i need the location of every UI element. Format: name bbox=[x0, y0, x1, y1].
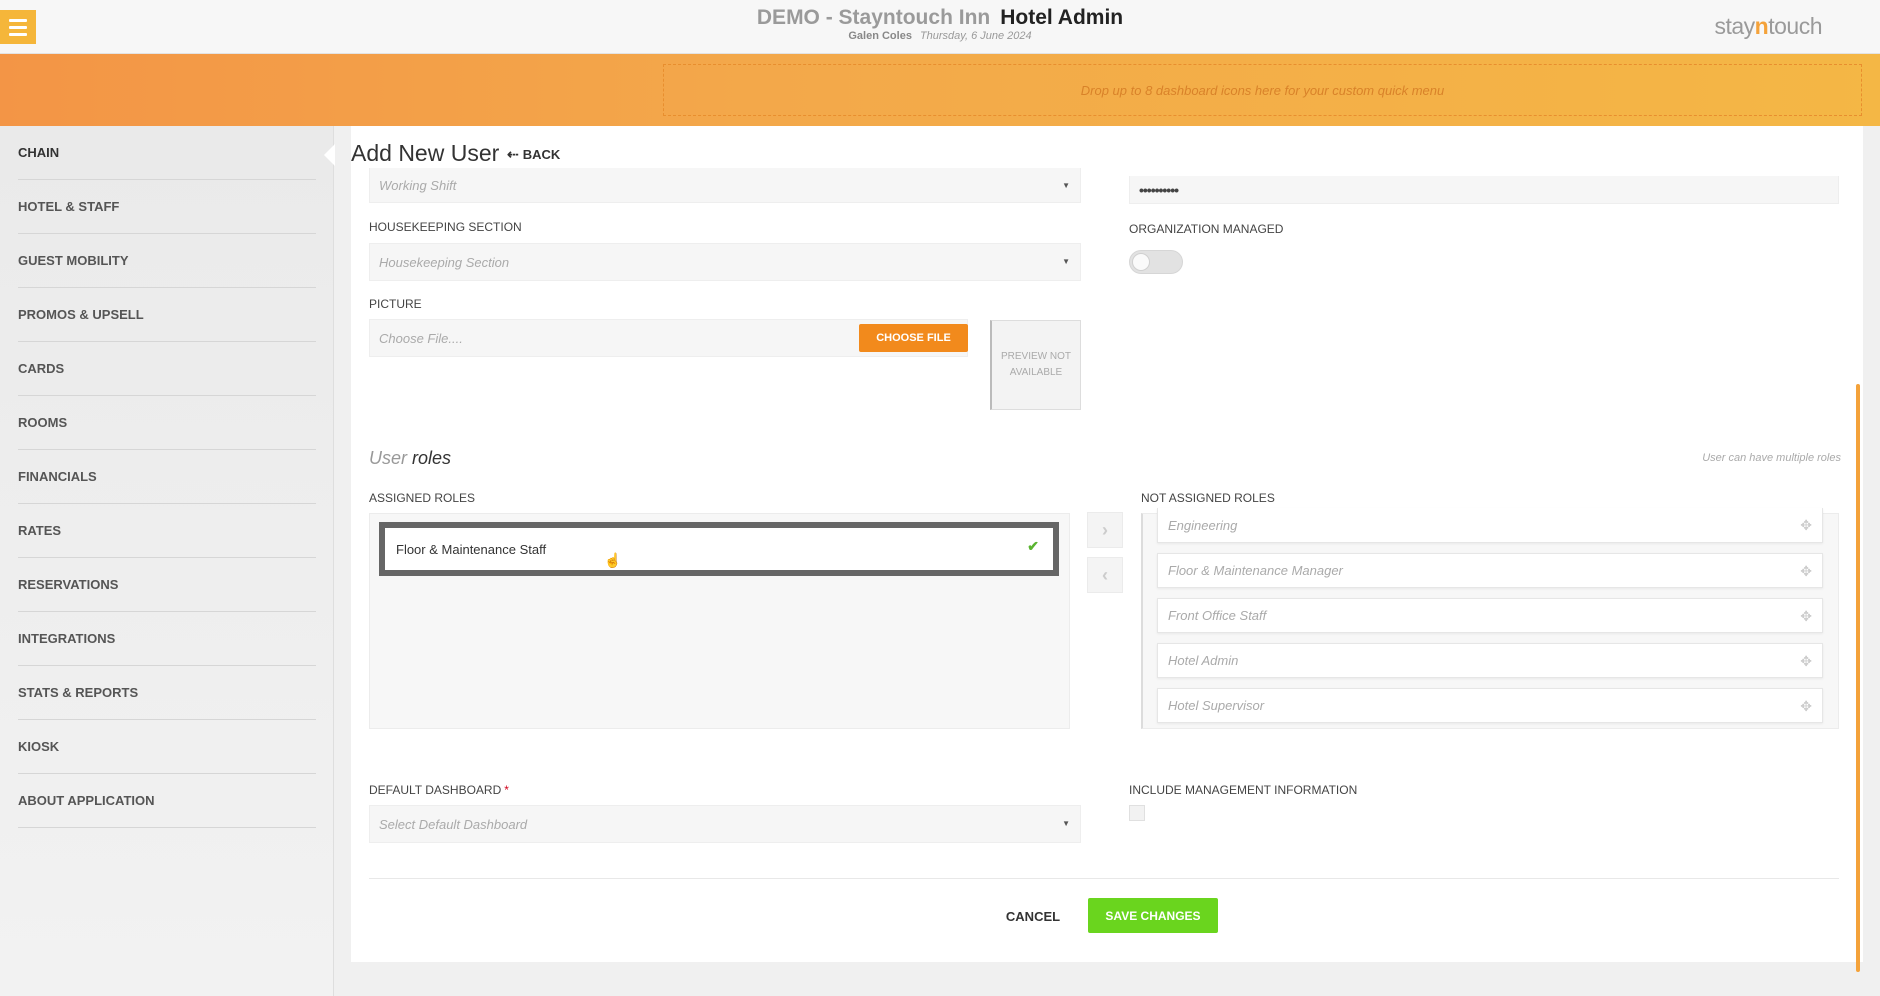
active-pointer bbox=[324, 144, 335, 166]
app-subtitle: Galen Coles Thursday, 6 June 2024 bbox=[0, 30, 1880, 42]
save-changes-button[interactable]: SAVE CHANGES bbox=[1088, 898, 1218, 933]
cancel-button[interactable]: CANCEL bbox=[1000, 899, 1066, 933]
sidebar-item-cards[interactable]: CARDS bbox=[18, 342, 316, 396]
default-dashboard-placeholder: Select Default Dashboard bbox=[379, 816, 528, 832]
sidebar-item-hotel-staff[interactable]: HOTEL & STAFF bbox=[18, 180, 316, 234]
default-dashboard-select[interactable]: Select Default Dashboard ▼ bbox=[369, 805, 1081, 843]
app-title: DEMO - Stayntouch Inn Hotel Admin bbox=[0, 6, 1880, 30]
required-mark: * bbox=[504, 783, 509, 797]
move-icon: ✥ bbox=[1800, 563, 1812, 579]
sidebar-item-kiosk[interactable]: KIOSK bbox=[18, 720, 316, 774]
sidebar-item-about-application[interactable]: ABOUT APPLICATION bbox=[18, 774, 316, 828]
default-dashboard-label: DEFAULT DASHBOARD * bbox=[369, 783, 509, 797]
role-item-engineering[interactable]: Engineering ✥ bbox=[1157, 508, 1823, 543]
user-roles-hint: User can have multiple roles bbox=[1702, 452, 1841, 464]
assigned-role-label: Floor & Maintenance Staff bbox=[396, 541, 547, 557]
content-scrollbar[interactable] bbox=[1856, 384, 1860, 972]
hotel-name: DEMO - Stayntouch Inn bbox=[756, 6, 991, 29]
quick-menu-dropzone[interactable]: Drop up to 8 dashboard icons here for yo… bbox=[663, 64, 1862, 116]
assigned-role-item[interactable]: Floor & Maintenance Staff ✔ bbox=[379, 522, 1059, 576]
choose-file-button[interactable]: CHOOSE FILE bbox=[859, 324, 968, 352]
role-item-front-office-staff[interactable]: Front Office Staff ✥ bbox=[1157, 598, 1823, 633]
not-assigned-roles-label: NOT ASSIGNED ROLES bbox=[1141, 491, 1275, 505]
sidebar-item-financials[interactable]: FINANCIALS bbox=[18, 450, 316, 504]
hand-cursor-icon: ☝ bbox=[604, 552, 622, 568]
picture-preview: PREVIEW NOT AVAILABLE bbox=[990, 320, 1081, 410]
back-arrow-icon: ⇠ bbox=[507, 146, 519, 162]
assigned-roles-label: ASSIGNED ROLES bbox=[369, 491, 476, 505]
move-icon: ✥ bbox=[1800, 608, 1812, 624]
role-item-hotel-supervisor[interactable]: Hotel Supervisor ✥ bbox=[1157, 688, 1823, 723]
sidebar-item-stats-reports[interactable]: STATS & REPORTS bbox=[18, 666, 316, 720]
chevron-left-icon: ‹ bbox=[1102, 564, 1108, 585]
caret-down-icon: ▼ bbox=[1062, 819, 1070, 828]
module-name: Hotel Admin bbox=[1000, 6, 1124, 29]
housekeeping-section-label: HOUSEKEEPING SECTION bbox=[369, 220, 522, 234]
sidebar-item-reservations[interactable]: RESERVATIONS bbox=[18, 558, 316, 612]
page-title: Add New User bbox=[351, 140, 500, 166]
chevron-right-icon: › bbox=[1102, 519, 1108, 540]
move-right-button[interactable]: › bbox=[1087, 512, 1123, 548]
assigned-role-item-body: Floor & Maintenance Staff ✔ bbox=[385, 528, 1053, 570]
checkmark-icon: ✔ bbox=[1027, 538, 1039, 554]
working-shift-placeholder: Working Shift bbox=[379, 177, 457, 193]
role-item-hotel-admin[interactable]: Hotel Admin ✥ bbox=[1157, 643, 1823, 678]
organization-managed-toggle[interactable] bbox=[1129, 250, 1183, 274]
sidebar-item-rates[interactable]: RATES bbox=[18, 504, 316, 558]
form-divider bbox=[369, 878, 1839, 879]
back-label: BACK bbox=[522, 147, 561, 162]
sidebar-item-integrations[interactable]: INTEGRATIONS bbox=[18, 612, 316, 666]
caret-down-icon: ▼ bbox=[1062, 257, 1070, 266]
sidebar-item-guest-mobility[interactable]: GUEST MOBILITY bbox=[18, 234, 316, 288]
sidebar-item-chain[interactable]: CHAIN bbox=[18, 126, 316, 180]
top-bar: DEMO - Stayntouch Inn Hotel Admin Galen C… bbox=[0, 0, 1880, 54]
picture-label: PICTURE bbox=[369, 297, 422, 311]
move-icon: ✥ bbox=[1800, 517, 1812, 533]
include-management-info-checkbox[interactable] bbox=[1129, 805, 1145, 821]
password-field[interactable]: •••••••••• bbox=[1129, 176, 1839, 204]
toggle-knob bbox=[1132, 253, 1150, 271]
stayntouch-logo: stayntouch bbox=[1714, 13, 1822, 39]
include-management-info-label: INCLUDE MANAGEMENT INFORMATION bbox=[1129, 783, 1358, 797]
working-shift-select[interactable]: Working Shift ▼ bbox=[369, 168, 1081, 203]
user-name: Galen Coles bbox=[848, 30, 912, 42]
move-icon: ✥ bbox=[1800, 653, 1812, 669]
housekeeping-section-select[interactable]: Housekeeping Section ▼ bbox=[369, 243, 1081, 281]
housekeeping-section-placeholder: Housekeeping Section bbox=[379, 254, 510, 270]
caret-down-icon: ▼ bbox=[1062, 181, 1070, 190]
move-icon: ✥ bbox=[1800, 698, 1812, 714]
move-left-button[interactable]: ‹ bbox=[1087, 557, 1123, 593]
sidebar-item-promos-upsell[interactable]: PROMOS & UPSELL bbox=[18, 288, 316, 342]
quick-menu-banner: Drop up to 8 dashboard icons here for yo… bbox=[0, 54, 1880, 126]
role-item-floor-maintenance-manager[interactable]: Floor & Maintenance Manager ✥ bbox=[1157, 553, 1823, 588]
organization-managed-label: ORGANIZATION MANAGED bbox=[1129, 222, 1284, 236]
user-roles-title: User roles bbox=[369, 448, 452, 468]
back-button[interactable]: ⇠ BACK bbox=[507, 146, 560, 163]
current-date: Thursday, 6 June 2024 bbox=[919, 30, 1032, 42]
sidebar-item-rooms[interactable]: ROOMS bbox=[18, 396, 316, 450]
